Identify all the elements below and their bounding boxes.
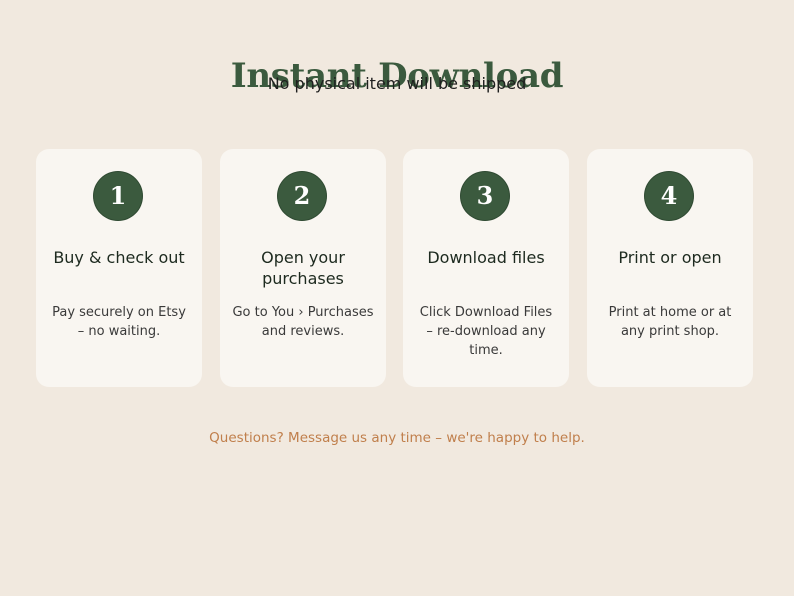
step-title: Open your purchases <box>261 248 345 288</box>
step-card-4: 4 Print or open Print at home or at any … <box>587 149 753 387</box>
step-card-1: 1 Buy & check out Pay securely on Etsy –… <box>36 149 202 387</box>
step-description: Print at home or at any print shop. <box>608 305 732 339</box>
step-title: Buy & check out <box>53 248 185 267</box>
step-number-badge: 2 <box>278 172 326 220</box>
step-title: Print or open <box>618 248 722 267</box>
step-title: Download files <box>427 248 545 267</box>
support-note: Questions? Message us any time – we're h… <box>209 430 585 446</box>
step-description: Click Download Files – re-download any t… <box>419 305 553 358</box>
step-number-badge: 4 <box>645 172 693 220</box>
steps-list: 1 Buy & check out Pay securely on Etsy –… <box>36 149 753 387</box>
step-number-badge: 3 <box>461 172 509 220</box>
step-card-3: 3 Download files Click Download Files – … <box>403 149 569 387</box>
page-subtitle: No physical item will be shipped <box>267 74 527 93</box>
step-description: Go to You › Purchases and reviews. <box>232 305 374 339</box>
step-card-2: 2 Open your purchases Go to You › Purcha… <box>220 149 386 387</box>
step-description: Pay securely on Etsy – no waiting. <box>52 305 186 339</box>
step-number-badge: 1 <box>94 172 142 220</box>
